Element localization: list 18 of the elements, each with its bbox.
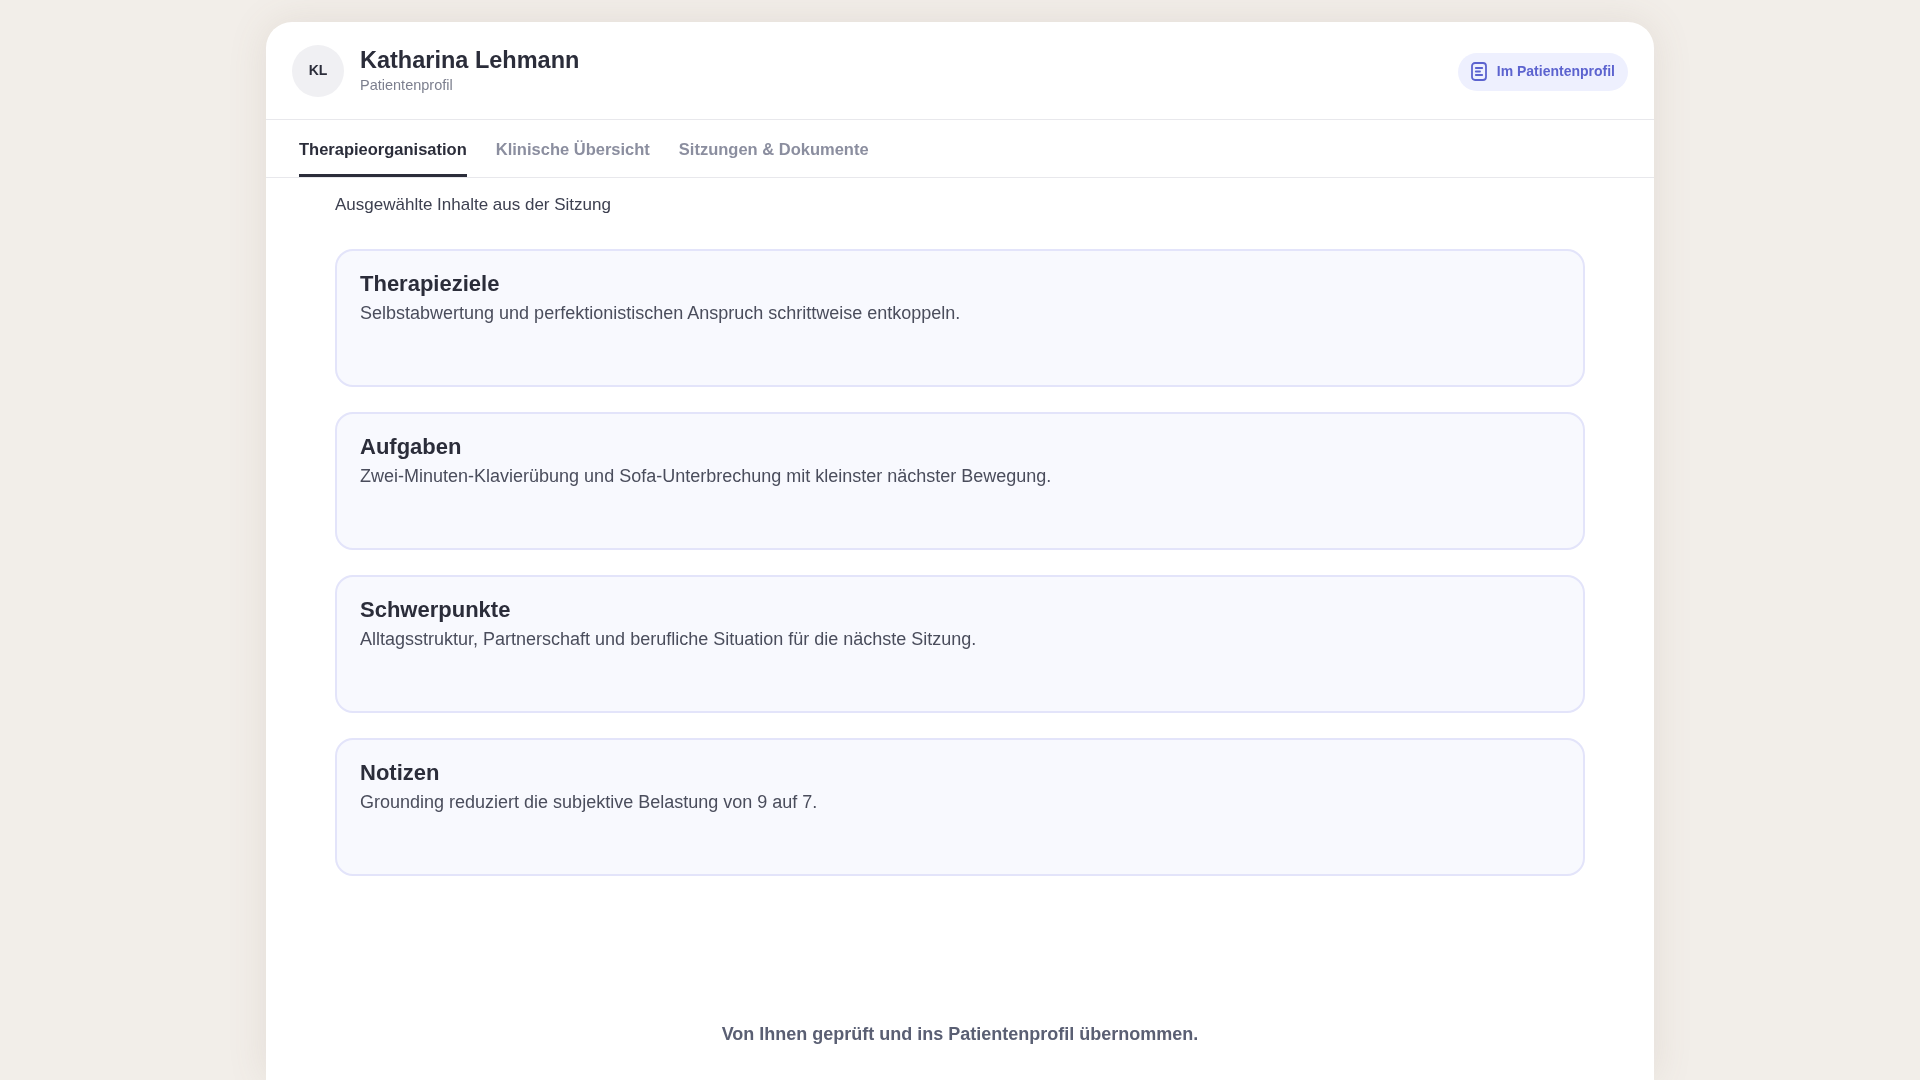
patient-name: Katharina Lehmann — [360, 46, 580, 74]
document-icon — [1470, 62, 1487, 81]
avatar-initials: KL — [292, 44, 344, 97]
card-text: Selbstabwertung und perfektionistischen Anspruch schrittweise entkoppeln. — [360, 302, 962, 325]
tab[interactable]: Therapieorganisation — [299, 130, 467, 177]
card-title: Aufgaben — [360, 433, 463, 461]
card-title: Notizen — [360, 759, 441, 787]
card-text: Zwei-Minuten-Klavierübung und Sofa-Unterbrechung mit kleinster nächster Bewegung. — [360, 465, 1053, 488]
tab[interactable]: Klinische Übersicht — [495, 130, 650, 177]
card-text: Alltagsstruktur, Partnerschaft und berufliche Situation für die nächste Sitzung. — [360, 628, 978, 651]
patient-subtitle: Patientenprofil — [360, 76, 454, 95]
card-title: Schwerpunkte — [360, 596, 512, 624]
card-text: Grounding reduziert die subjektive Belastung von 9 auf 7. — [360, 791, 819, 814]
tab[interactable]: Sitzungen & Dokumente — [678, 130, 869, 177]
section-intro: Ausgewählte Inhalte aus der Sitzung — [335, 195, 612, 215]
footer-note: Von Ihnen geprüft und ins Patientenprofil übernommen. — [721, 1023, 1199, 1046]
profile-button[interactable]: Im Patientenprofil — [1457, 52, 1628, 91]
card-title: Therapieziele — [360, 270, 501, 298]
